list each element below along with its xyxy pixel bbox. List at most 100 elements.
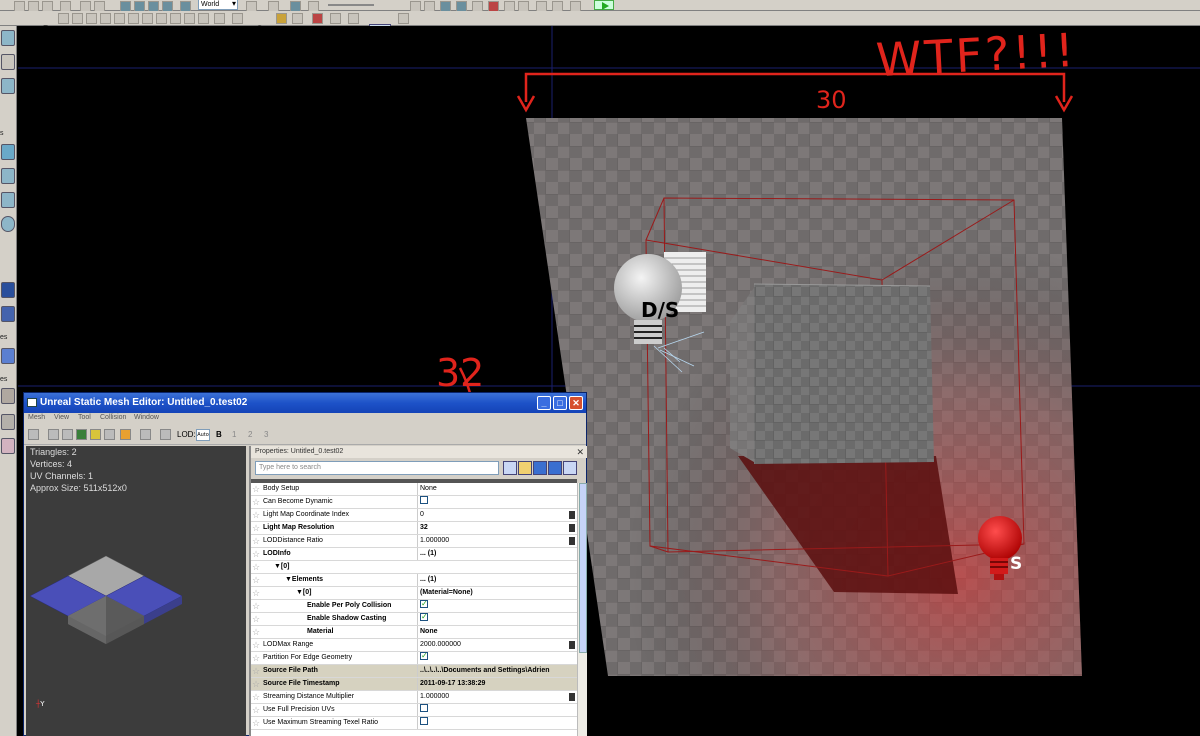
properties-close-icon[interactable]: ✕	[576, 446, 584, 458]
lock-icon[interactable]	[276, 13, 287, 24]
texture-density-icon[interactable]	[156, 13, 167, 24]
favorite-star-icon[interactable]: ☆	[252, 614, 262, 624]
sheet-brush-icon[interactable]	[1, 192, 15, 208]
collapse-all-icon[interactable]	[548, 461, 562, 475]
static-mesh-editor-window[interactable]: Unreal Static Mesh Editor: Untitled_0.te…	[23, 392, 587, 736]
property-value[interactable]: ... (1)	[417, 574, 571, 586]
properties-scrollbar[interactable]	[577, 483, 587, 736]
property-row[interactable]: ☆ Use Maximum Streaming Texel Ratio	[251, 717, 577, 730]
property-value[interactable]: None	[417, 483, 571, 495]
property-row[interactable]: ☆ ▼[0] (Material=None)	[251, 587, 577, 600]
invert-selection-icon[interactable]	[1, 438, 15, 454]
property-value[interactable]: 2011-09-17 13:38:29	[417, 678, 571, 690]
play-from-here-icon[interactable]	[398, 13, 409, 24]
maximize-viewport-icon[interactable]	[330, 13, 341, 24]
coord-system-select[interactable]: World	[198, 0, 238, 10]
property-value[interactable]	[417, 496, 571, 508]
mesh-editor-titlebar[interactable]: Unreal Static Mesh Editor: Untitled_0.te…	[24, 393, 586, 413]
property-checkbox[interactable]	[420, 496, 428, 505]
favorite-star-icon[interactable]: ☆	[252, 705, 262, 715]
texture-browser-icon[interactable]	[58, 13, 69, 24]
property-row[interactable]: ☆ Material None	[251, 626, 577, 639]
favorite-star-icon[interactable]: ☆	[252, 575, 262, 585]
search-icon[interactable]	[503, 461, 517, 475]
show-selected-icon[interactable]	[1, 414, 15, 430]
cone-brush-icon[interactable]	[1, 144, 15, 160]
generate-thumbnail-icon[interactable]	[160, 429, 171, 440]
lighting-only-icon[interactable]	[128, 13, 139, 24]
lod-2-button[interactable]: 2	[248, 430, 252, 439]
property-value[interactable]: 1.000000	[417, 535, 571, 547]
realtime-icon[interactable]	[214, 13, 225, 24]
property-value[interactable]: (Material=None)	[417, 587, 571, 599]
collision-icon[interactable]	[76, 429, 87, 440]
property-row[interactable]: ☆ Light Map Resolution 32	[251, 522, 577, 535]
property-row[interactable]: ☆ Body Setup None	[251, 483, 577, 496]
favorite-star-icon[interactable]: ☆	[252, 653, 262, 663]
property-row[interactable]: ☆ ▼Elements ... (1)	[251, 574, 577, 587]
uv-overlay-icon[interactable]	[140, 429, 151, 440]
unlit-view-icon[interactable]	[86, 13, 97, 24]
favorite-star-icon[interactable]: ☆	[252, 718, 262, 728]
lock-selection-icon[interactable]	[563, 461, 577, 475]
light-complexity-icon[interactable]	[142, 13, 153, 24]
mesh-preview-viewport[interactable]: Triangles: 2 Vertices: 4 UV Channels: 1 …	[26, 446, 246, 736]
property-row[interactable]: ☆ Enable Shadow Casting	[251, 613, 577, 626]
property-value[interactable]	[417, 613, 571, 625]
detail-lighting-icon[interactable]	[114, 13, 125, 24]
property-row[interactable]: ☆ LODMax Range 2000.000000	[251, 639, 577, 652]
menu-mesh[interactable]: Mesh	[28, 414, 45, 421]
spinner-arrows-icon[interactable]	[569, 641, 575, 649]
favorite-star-icon[interactable]: ☆	[252, 679, 262, 689]
property-checkbox[interactable]	[420, 704, 428, 713]
cylinder-brush-icon[interactable]	[1, 168, 15, 184]
lod-base-button[interactable]: B	[216, 430, 222, 439]
properties-scrollbar-thumb[interactable]	[579, 483, 587, 653]
normals-icon[interactable]	[90, 429, 101, 440]
favorite-star-icon[interactable]: ☆	[252, 510, 262, 520]
property-row[interactable]: ☆ Source File Path ..\..\..\..\Documents a…	[251, 665, 577, 678]
property-value[interactable]	[417, 600, 571, 612]
actor-icon[interactable]	[292, 13, 303, 24]
bounds-icon[interactable]	[62, 429, 73, 440]
property-value[interactable]: 32	[417, 522, 571, 534]
property-value[interactable]: ..\..\..\..\Documents and Settings\Adrie…	[417, 665, 571, 677]
favorite-star-icon[interactable]: ☆	[252, 497, 262, 507]
property-row[interactable]: ☆ Streaming Distance Multiplier 1.000000	[251, 691, 577, 704]
spinner-arrows-icon[interactable]	[569, 511, 575, 519]
property-row[interactable]: ☆ ▼[0]	[251, 561, 577, 574]
property-row[interactable]: ☆ Partition For Edge Geometry	[251, 652, 577, 665]
property-row[interactable]: ☆ Light Map Coordinate Index 0	[251, 509, 577, 522]
favorite-star-icon[interactable]: ☆	[252, 692, 262, 702]
volume-brush-icon[interactable]	[1, 348, 15, 364]
property-value[interactable]: 2000.000000	[417, 639, 571, 651]
lod-auto-button[interactable]: Auto	[196, 429, 210, 441]
camera-record-icon[interactable]	[312, 13, 323, 24]
favorite-star-icon[interactable]: ☆	[252, 549, 262, 559]
favorites-icon[interactable]	[518, 461, 532, 475]
favorite-star-icon[interactable]: ☆	[252, 666, 262, 676]
play-in-editor-button[interactable]	[594, 0, 614, 10]
lod-3-button[interactable]: 3	[264, 430, 268, 439]
favorite-star-icon[interactable]: ☆	[252, 536, 262, 546]
slider-track[interactable]	[328, 4, 374, 6]
favorite-star-icon[interactable]: ☆	[252, 640, 262, 650]
brush-wireframe-icon[interactable]	[72, 13, 83, 24]
property-row[interactable]: ☆ LODDistance Ratio 1.000000	[251, 535, 577, 548]
property-value[interactable]: None	[417, 626, 571, 638]
lighting-channels-icon[interactable]	[198, 13, 209, 24]
menu-collision[interactable]: Collision	[100, 414, 126, 421]
close-icon[interactable]: ✕	[569, 396, 583, 410]
property-value[interactable]	[417, 717, 571, 729]
property-row[interactable]: ☆ LODInfo ... (1)	[251, 548, 577, 561]
favorite-star-icon[interactable]: ☆	[252, 627, 262, 637]
property-row[interactable]: ☆ Enable Per Poly Collision	[251, 600, 577, 613]
favorite-star-icon[interactable]: ☆	[252, 523, 262, 533]
add-brush-icon[interactable]	[1, 282, 15, 298]
lock-camera-icon[interactable]	[120, 429, 131, 440]
property-value[interactable]	[417, 704, 571, 716]
cube-front-face[interactable]	[754, 284, 934, 464]
lightmap-density-icon[interactable]	[184, 13, 195, 24]
geometry-mode-icon[interactable]	[1, 54, 15, 70]
property-checkbox[interactable]	[420, 600, 428, 610]
